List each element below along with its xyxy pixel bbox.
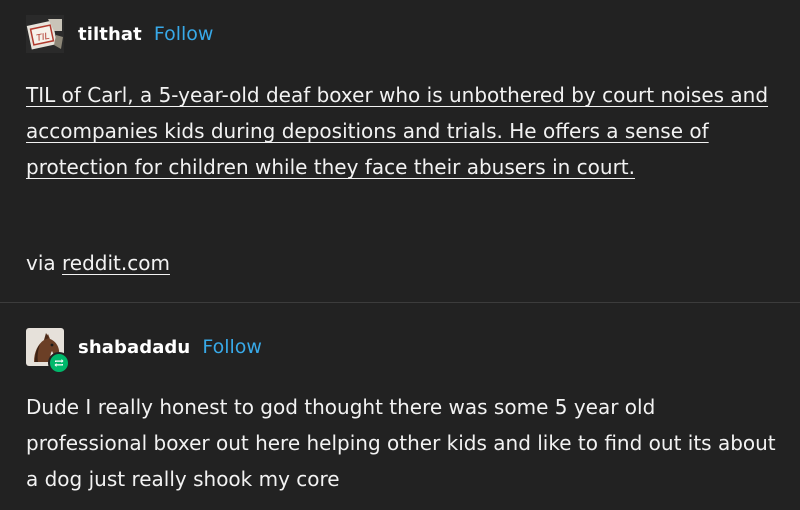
source-link[interactable]: reddit.com <box>62 251 170 275</box>
post-body: TIL of Carl, a 5-year-old deaf boxer who… <box>26 77 781 185</box>
via-label: via <box>26 251 56 275</box>
username[interactable]: shabadadu <box>78 337 190 358</box>
til-sign-avatar-icon[interactable]: TIL <box>26 15 64 53</box>
follow-button[interactable]: Follow <box>154 23 214 45</box>
post-shabadadu: shabadadu Follow Dude I really honest to… <box>0 303 800 510</box>
post-body: Dude I really honest to god thought ther… <box>26 395 776 491</box>
post-header: TIL tilthat Follow <box>26 14 213 54</box>
source-attribution: via reddit.com <box>26 245 170 281</box>
reblog-icon <box>48 352 70 374</box>
horse-head-avatar-icon[interactable] <box>26 328 70 374</box>
username[interactable]: tilthat <box>78 24 142 45</box>
follow-button[interactable]: Follow <box>202 336 262 358</box>
post-tilthat: TIL tilthat Follow TIL of Carl, a 5-year… <box>0 0 800 302</box>
post-text-link[interactable]: TIL of Carl, a 5-year-old deaf boxer who… <box>26 83 768 179</box>
post-header: shabadadu Follow <box>26 327 262 374</box>
